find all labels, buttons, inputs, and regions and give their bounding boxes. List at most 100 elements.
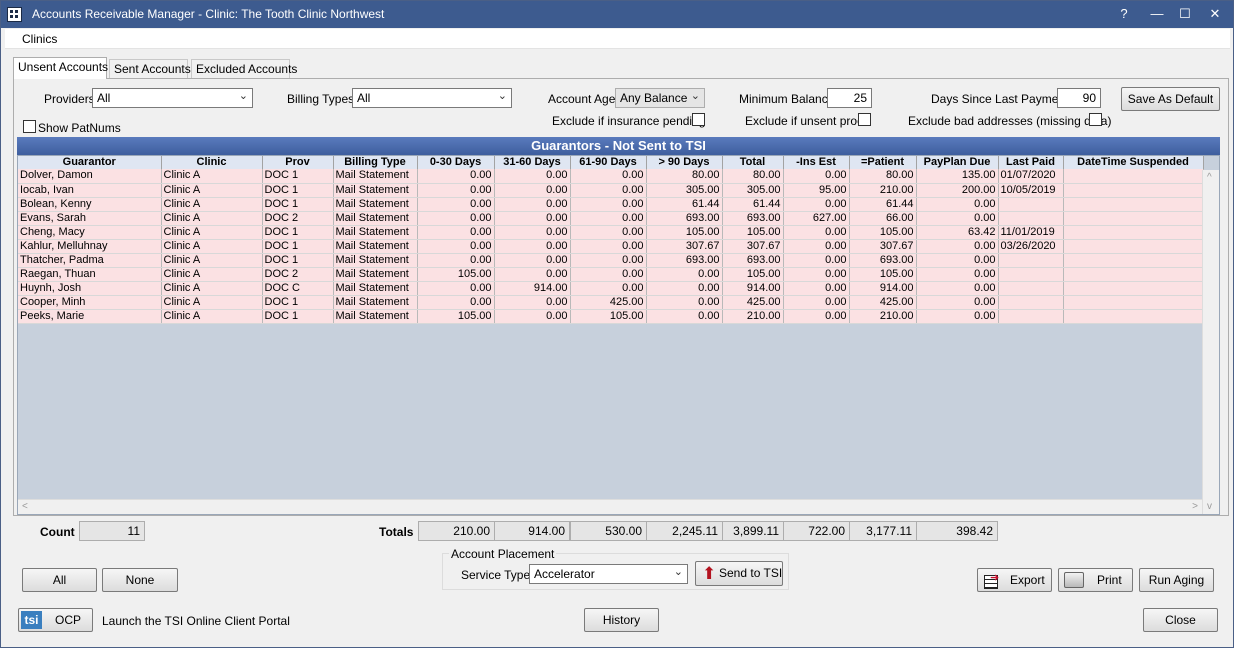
table-row[interactable]: Iocab, Ivan Clinic A DOC 1 Mail Statement 0.… [18,183,1204,198]
table-row[interactable]: Raegan, Thuan Clinic A DOC 2 Mail Statement… [18,267,1204,282]
print-button[interactable]: Print [1058,568,1133,592]
export-button[interactable]: ➜ Export [977,568,1052,592]
table-cell: DOC 1 [262,169,334,184]
table-cell: 693.00 [646,253,723,268]
table-cell: 63.42 [916,225,999,240]
tab-unsent-accounts[interactable]: Unsent Accounts [13,57,108,79]
table-cell: 0.00 [570,239,647,254]
vertical-scrollbar[interactable]: ^ v [1202,170,1219,514]
table-cell: Clinic A [161,309,263,324]
chevron-down-icon: ⌄ [690,90,700,102]
days-since-input[interactable]: 90 [1057,88,1101,108]
min-balance-label: Minimum Balance [739,92,835,106]
exclude-unsent-procs-checkbox[interactable] [858,113,871,126]
table-cell: 0.00 [916,239,999,254]
col-header-last-paid[interactable]: Last Paid [998,156,1064,169]
send-to-tsi-button[interactable]: ⬆ Send to TSI [695,561,783,586]
table-row[interactable]: Dolver, Damon Clinic A DOC 1 Mail Statement… [18,169,1204,184]
account-age-select[interactable]: Any Balance ⌄ [615,88,705,108]
close-button[interactable]: Close [1143,608,1218,632]
select-none-button[interactable]: None [102,568,178,592]
col-header-prov[interactable]: Prov [262,156,334,169]
save-as-default-button[interactable]: Save As Default [1121,87,1220,111]
menu-clinics[interactable]: Clinics [22,32,57,46]
table-row[interactable]: Peeks, Marie Clinic A DOC 1 Mail Statement 1… [18,309,1204,324]
table-row[interactable]: Bolean, Kenny Clinic A DOC 1 Mail Statement… [18,197,1204,212]
total-61-90: 530.00 [570,521,647,541]
table-cell [1063,253,1204,268]
table-row[interactable]: Thatcher, Padma Clinic A DOC 1 Mail Stateme… [18,253,1204,268]
col-header-billing-type[interactable]: Billing Type [333,156,418,169]
table-row[interactable]: Cheng, Macy Clinic A DOC 1 Mail Statement 0.… [18,225,1204,240]
table-cell: 0.00 [494,211,571,226]
tab-sent-accounts[interactable]: Sent Accounts [109,59,191,79]
providers-select[interactable]: All ⌄ [92,88,253,108]
min-balance-input[interactable]: 25 [827,88,872,108]
table-cell: 0.00 [417,169,495,184]
table-cell: 307.67 [646,239,723,254]
table-cell: 693.00 [722,211,784,226]
table-cell: 0.00 [916,197,999,212]
total-total: 3,899.11 [722,521,784,541]
service-type-select[interactable]: Accelerator ⌄ [529,564,688,584]
run-aging-button[interactable]: Run Aging [1139,568,1214,592]
table-cell: 66.00 [849,211,917,226]
table-cell: 210.00 [849,309,917,324]
help-button[interactable]: ? [1112,4,1136,24]
scroll-left-icon[interactable]: < [22,501,28,512]
col-header-61-90-days[interactable]: 61-90 Days [570,156,647,169]
history-button[interactable]: History [584,608,659,632]
table-cell: 0.00 [646,267,723,282]
minimize-button[interactable]: — [1145,4,1169,24]
table-cell: 425.00 [570,295,647,310]
table-cell: 0.00 [783,239,850,254]
table-row[interactable]: Huynh, Josh Clinic A DOC C Mail Statement 0.… [18,281,1204,296]
col-header-guarantor[interactable]: Guarantor [18,156,162,169]
col-header-ins-est[interactable]: -Ins Est [783,156,850,169]
col-header-datetime-suspended[interactable]: DateTime Suspended [1063,156,1204,169]
table-cell: 0.00 [783,225,850,240]
tab-excluded-accounts[interactable]: Excluded Accounts [191,59,297,79]
maximize-button[interactable]: ☐ [1173,4,1197,24]
col-header-payplan-due[interactable]: PayPlan Due [916,156,999,169]
table-row[interactable]: Cooper, Minh Clinic A DOC 1 Mail Statement 0… [18,295,1204,310]
col-header-clinic[interactable]: Clinic [161,156,263,169]
table-cell [998,197,1064,212]
exclude-bad-addresses-label: Exclude bad addresses (missing data) [908,114,1112,128]
table-cell: Mail Statement [333,253,418,268]
table-cell: 0.00 [494,169,571,184]
ocp-button[interactable]: tsi OCP [18,608,93,632]
table-row[interactable]: Evans, Sarah Clinic A DOC 2 Mail Statement 0… [18,211,1204,226]
show-patnums-checkbox[interactable] [23,120,36,133]
col-header-total[interactable]: Total [722,156,784,169]
table-row[interactable]: Kahlur, Melluhnay Clinic A DOC 1 Mail State… [18,239,1204,254]
count-value: 11 [79,521,145,541]
col-header-0-30-days[interactable]: 0-30 Days [417,156,495,169]
table-cell: Bolean, Kenny [18,197,162,212]
billing-types-select[interactable]: All ⌄ [352,88,512,108]
col-header-over-90-days[interactable]: > 90 Days [646,156,723,169]
exclude-bad-addresses-checkbox[interactable] [1089,113,1102,126]
table-cell: 425.00 [849,295,917,310]
table-cell: 0.00 [494,253,571,268]
scroll-down-icon[interactable]: v [1207,501,1212,512]
col-header-31-60-days[interactable]: 31-60 Days [494,156,571,169]
table-cell: 80.00 [722,169,784,184]
table-cell: 105.00 [417,267,495,282]
table-cell: Kahlur, Melluhnay [18,239,162,254]
scroll-up-icon[interactable]: ^ [1207,172,1212,183]
menu-bar: Clinics [5,29,1230,49]
table-cell: 10/05/2019 [998,183,1064,198]
table-cell: 0.00 [646,295,723,310]
table-cell: 0.00 [417,225,495,240]
close-window-button[interactable]: ✕ [1203,4,1227,24]
table-cell: 914.00 [722,281,784,296]
table-cell: 0.00 [783,295,850,310]
table-cell: Huynh, Josh [18,281,162,296]
exclude-ins-pending-checkbox[interactable] [692,113,705,126]
scroll-right-icon[interactable]: > [1192,501,1198,512]
horizontal-scrollbar[interactable]: < > [18,499,1202,514]
col-header-patient[interactable]: =Patient [849,156,917,169]
count-label: Count [40,525,75,539]
select-all-button[interactable]: All [22,568,97,592]
